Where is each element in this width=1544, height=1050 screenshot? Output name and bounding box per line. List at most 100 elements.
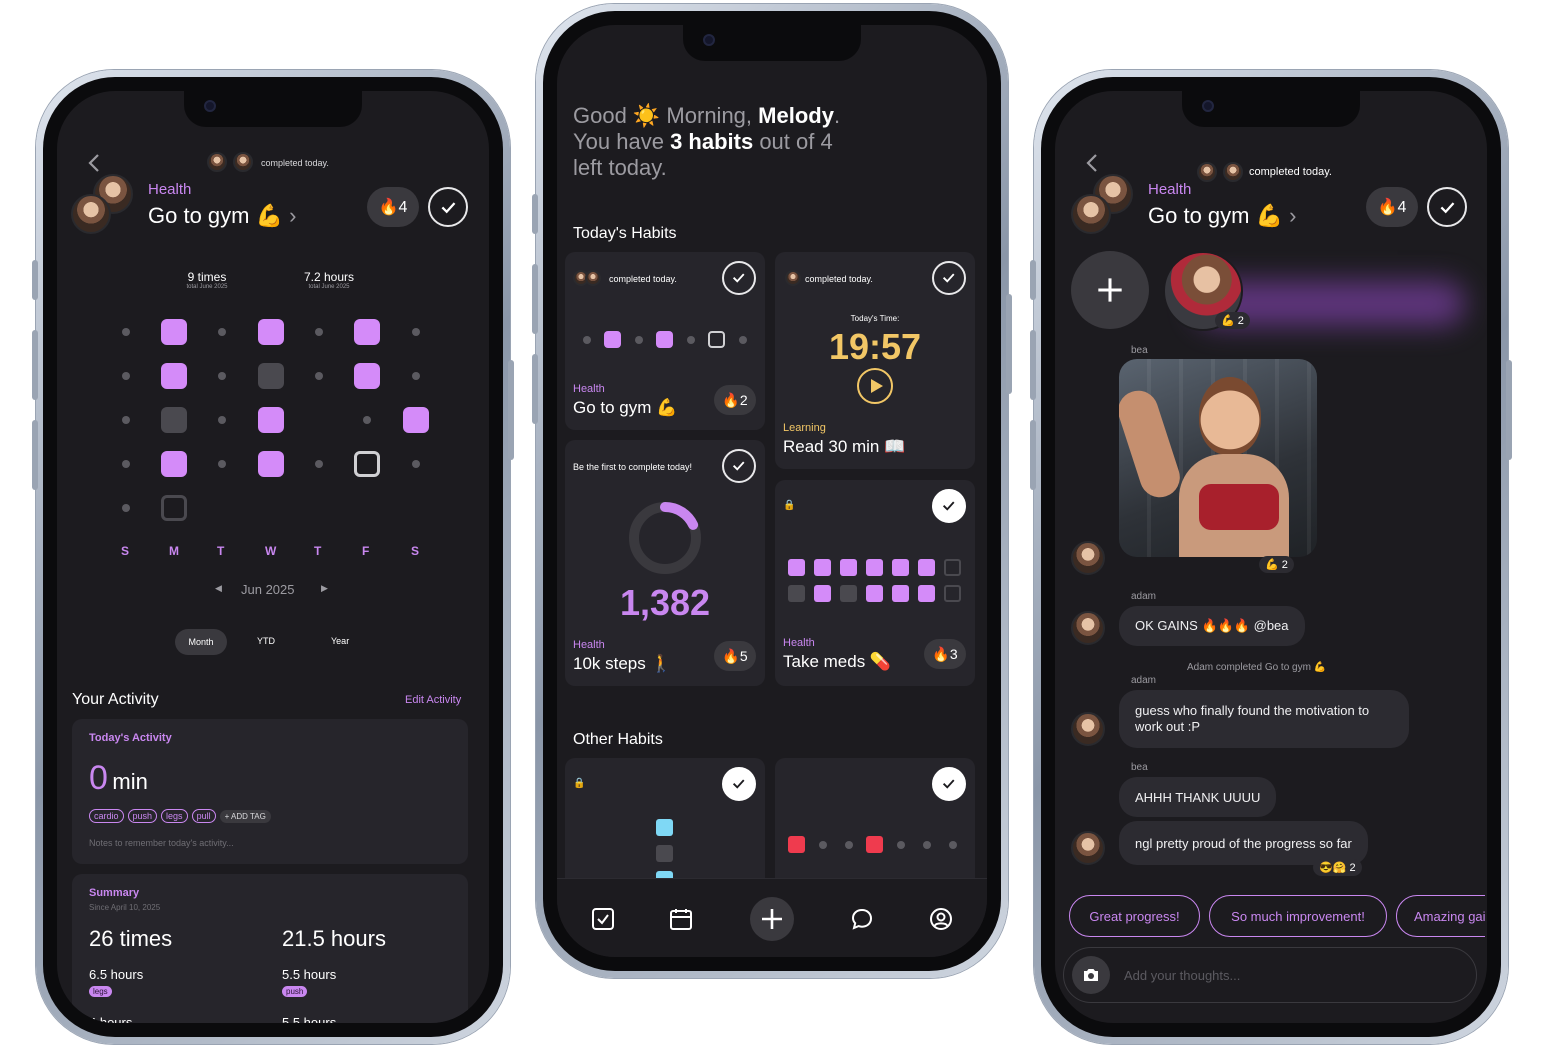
complete-button[interactable] <box>722 449 756 483</box>
habit-card-other[interactable]: 🔒 <box>565 758 765 898</box>
habit-card-meds[interactable]: 🔒 Health Take meds 💊 🔥3 <box>775 480 975 686</box>
habit-title[interactable]: Go to gym 💪 › <box>1148 203 1296 229</box>
habit-category: Health <box>573 383 605 395</box>
streak-badge: 🔥4 <box>367 187 419 227</box>
checkmark-icon <box>943 273 955 283</box>
complete-button[interactable] <box>932 489 966 523</box>
message-bubble[interactable]: OK GAINS 🔥🔥🔥 @bea <box>1119 606 1305 646</box>
range-tab-ytd[interactable]: YTD <box>257 636 275 646</box>
tag[interactable]: pull <box>191 809 216 823</box>
month-prev-button[interactable]: ◀ <box>215 583 222 594</box>
day-cell[interactable] <box>258 363 284 389</box>
calendar-tab-icon[interactable] <box>669 907 693 931</box>
play-button[interactable] <box>857 368 893 404</box>
summary-hours: 21.5 hours <box>282 926 386 951</box>
day-cell[interactable] <box>258 407 284 433</box>
complete-button[interactable] <box>722 767 756 801</box>
habit-card-other[interactable] <box>775 758 975 898</box>
quick-reply-chip[interactable]: Great progress! <box>1069 895 1200 937</box>
day-cell[interactable] <box>161 363 187 389</box>
month-next-button[interactable]: ▶ <box>321 583 328 594</box>
habits-tab-icon[interactable] <box>591 907 615 931</box>
habit-card-gym[interactable]: completed today. Health Go to gym 💪 🔥2 <box>565 252 765 430</box>
summary-row: 6.5 hours <box>89 967 144 982</box>
back-arrow-icon[interactable] <box>1085 153 1099 173</box>
stat-times-sub: total June 2025 <box>186 284 228 290</box>
activity-tags: cardio push legs pull + ADD TAG <box>89 806 271 824</box>
message-author: bea <box>1131 345 1148 356</box>
camera-icon <box>1084 969 1098 981</box>
quick-reply-chip[interactable]: So much improvement! <box>1209 895 1387 937</box>
complete-button[interactable] <box>932 767 966 801</box>
tag[interactable]: cardio <box>89 809 124 823</box>
tag[interactable]: push <box>127 809 158 823</box>
complete-button[interactable] <box>1427 187 1467 227</box>
complete-button[interactable] <box>932 261 966 295</box>
summary-row: 5.5 hours <box>282 1015 337 1023</box>
day-cell[interactable] <box>403 407 429 433</box>
tab-bar <box>557 878 987 957</box>
day-cell[interactable] <box>161 319 187 345</box>
avatar <box>207 152 227 172</box>
avatar <box>233 152 253 172</box>
checkmark-icon <box>733 779 745 789</box>
avatar <box>71 194 111 234</box>
summary-tag: push <box>282 986 308 997</box>
streak-badge: 🔥5 <box>714 641 756 671</box>
day-cell[interactable] <box>258 451 284 477</box>
month-label: Jun 2025 <box>241 582 295 597</box>
message-reaction[interactable]: 😎🤗 2 <box>1313 859 1362 876</box>
completed-label: completed today. <box>1249 166 1332 178</box>
checkmark-icon <box>441 201 455 213</box>
back-arrow-icon[interactable] <box>87 153 101 173</box>
summary-tag: legs <box>89 986 112 997</box>
habit-category: Health <box>148 181 192 198</box>
avatar <box>1071 712 1105 746</box>
message-author: adam <box>1131 591 1157 602</box>
day-cell[interactable] <box>161 451 187 477</box>
camera-button[interactable] <box>1072 956 1110 994</box>
message-input[interactable]: Add your thoughts... <box>1063 947 1477 1003</box>
complete-button[interactable] <box>428 187 468 227</box>
add-tag-button[interactable]: + ADD TAG <box>219 810 271 823</box>
habit-category: Health <box>1148 181 1192 198</box>
message-bubble[interactable]: AHHH THANK UUUU <box>1119 777 1277 817</box>
chat-tab-icon[interactable] <box>850 907 874 931</box>
range-tab-month[interactable]: Month <box>175 629 227 655</box>
timer-value: 19:57 <box>828 326 922 367</box>
habit-title[interactable]: Go to gym 💪 › <box>148 203 296 229</box>
stat-hours: 7.2 hours <box>303 270 355 284</box>
summary-card: Summary Since April 10, 2025 26 times 21… <box>72 874 468 1023</box>
tag[interactable]: legs <box>161 809 188 823</box>
habit-title: Take meds 💊 <box>783 652 892 671</box>
message-bubble[interactable]: guess who finally found the motivation t… <box>1119 690 1409 748</box>
day-cell[interactable] <box>354 363 380 389</box>
add-story-button[interactable] <box>1071 251 1149 329</box>
shared-photo[interactable] <box>1119 359 1317 557</box>
habit-card-read[interactable]: completed today. Today's Time: 19:57 Lea… <box>775 252 975 469</box>
checkmark-icon <box>733 273 745 283</box>
quick-reply-chip[interactable]: Amazing gains <box>1396 895 1485 937</box>
progress-ring <box>629 502 701 574</box>
summary-row: 5.5 hours <box>282 967 337 982</box>
todays-habits-heading: Today's Habits <box>573 225 677 242</box>
edit-activity-link[interactable]: Edit Activity <box>405 694 461 706</box>
screen-center: Good ☀️ Morning, Melody. You have 3 habi… <box>557 25 987 957</box>
day-cell[interactable] <box>161 495 187 521</box>
notes-input[interactable]: Notes to remember today's activity... <box>89 838 234 848</box>
avatar <box>1071 831 1105 865</box>
photo-reaction[interactable]: 💪 2 <box>1259 556 1294 573</box>
day-cell-today[interactable] <box>354 451 380 477</box>
complete-button[interactable] <box>722 261 756 295</box>
day-cell[interactable] <box>161 407 187 433</box>
add-habit-button[interactable] <box>750 897 794 941</box>
activity-unit: min <box>112 769 148 794</box>
range-tab-year[interactable]: Year <box>331 636 349 646</box>
day-cell[interactable] <box>354 319 380 345</box>
phone-right: completed today. Health Go to gym 💪 › 🔥4… <box>1030 70 1512 1044</box>
day-cell[interactable] <box>258 319 284 345</box>
profile-tab-icon[interactable] <box>929 907 953 931</box>
habit-card-steps[interactable]: Be the first to complete today! 1,382 He… <box>565 440 765 686</box>
activity-minutes[interactable]: 0 <box>89 759 108 797</box>
story-reaction[interactable]: 💪 2 <box>1215 312 1250 329</box>
